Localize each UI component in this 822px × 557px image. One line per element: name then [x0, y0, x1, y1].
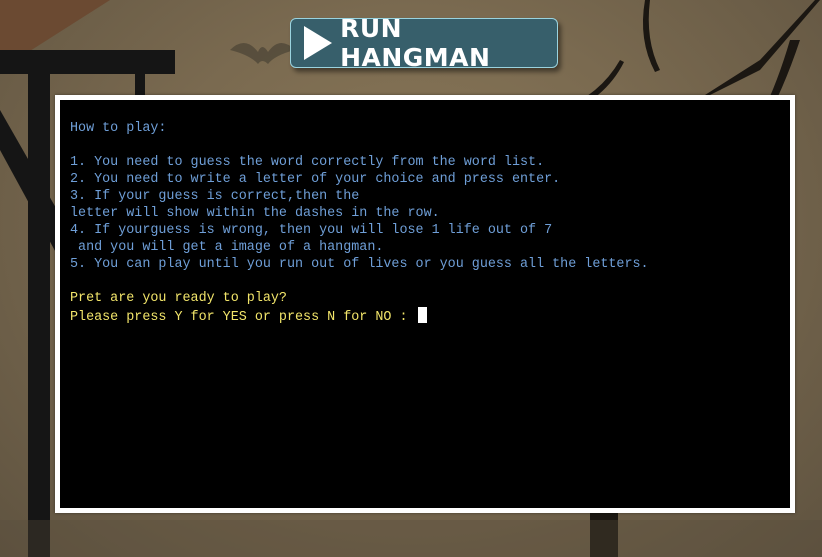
- instruction-line: 2. You need to write a letter of your ch…: [70, 172, 561, 187]
- instruction-line: and you will get a image of a hangman.: [70, 240, 384, 255]
- instruction-line: 4. If yourguess is wrong, then you will …: [70, 223, 553, 238]
- run-hangman-label: RUN HANGMAN: [340, 14, 491, 72]
- instruction-line: [70, 137, 790, 154]
- prompt-input-text: Please press Y for YES or press N for NO…: [70, 310, 416, 325]
- prompt-question: Pret are you ready to play?: [70, 291, 287, 306]
- run-hangman-button[interactable]: RUN HANGMAN: [290, 14, 558, 72]
- prompt-input-line[interactable]: Please press Y for YES or press N for NO…: [70, 307, 790, 325]
- instruction-line: letter will show within the dashes in th…: [70, 206, 440, 221]
- instructions-heading: How to play:: [70, 121, 167, 136]
- instruction-line: 1. You need to guess the word correctly …: [70, 155, 545, 170]
- instruction-line: 5. You can play until you run out of liv…: [70, 257, 649, 272]
- terminal-screen[interactable]: How to play: 1. You need to guess the wo…: [60, 100, 790, 508]
- text-cursor[interactable]: [417, 307, 427, 323]
- terminal-window: How to play: 1. You need to guess the wo…: [55, 95, 795, 513]
- instruction-line: [70, 273, 790, 290]
- instruction-line: 3. If your guess is correct,then the: [70, 189, 360, 204]
- play-icon: [295, 18, 338, 68]
